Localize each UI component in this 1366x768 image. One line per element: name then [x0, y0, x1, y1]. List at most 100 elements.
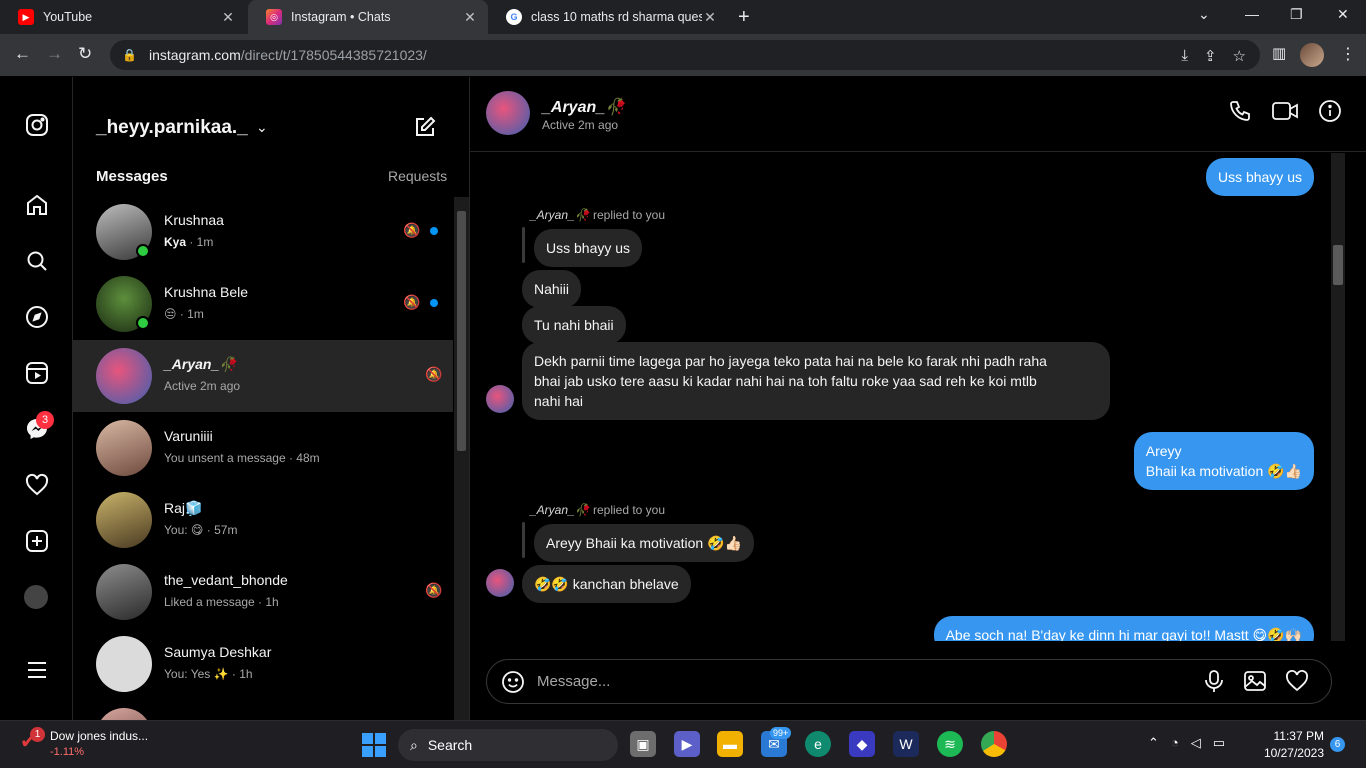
quoted-message[interactable]: Uss bhayy us: [534, 229, 643, 267]
nav-rail: 3: [0, 77, 73, 720]
bookmark-star-icon[interactable]: ☆: [1233, 47, 1246, 65]
muted-bell-icon: 🔕: [403, 222, 421, 238]
received-message[interactable]: 🤣🤣 kanchan bhelave: [522, 565, 691, 603]
sent-message[interactable]: Abe soch na! B'day ke dinn hi mar gayi t…: [933, 616, 1314, 641]
image-upload-icon[interactable]: [1243, 669, 1267, 699]
chat-panel: _Aryan_🥀 Active 2m ago Uss bhayy us _Ary…: [470, 77, 1366, 720]
microphone-icon[interactable]: [1203, 669, 1225, 699]
search-icon[interactable]: [24, 248, 50, 274]
conversation-list-scrollbar[interactable]: [454, 197, 469, 720]
app-icon[interactable]: W: [893, 731, 919, 757]
tab-google-search[interactable]: G class 10 maths rd sharma questi ✕: [488, 0, 728, 34]
close-tab-icon[interactable]: ✕: [220, 9, 236, 26]
minimize-button[interactable]: —: [1245, 6, 1259, 22]
video-call-icon[interactable]: [1272, 99, 1298, 129]
system-tray: ⌃ ◔ ◁ ▭: [1148, 735, 1225, 751]
received-message[interactable]: Dekh parnii time lagega par ho jayega te…: [522, 342, 1110, 420]
stock-change: -1.11%: [50, 746, 85, 758]
new-message-icon[interactable]: [413, 115, 437, 145]
instagram-logo-icon[interactable]: [24, 112, 50, 138]
stock-ticker[interactable]: Dow jones indus...: [50, 729, 148, 743]
profile-avatar[interactable]: [24, 585, 48, 609]
app-icon[interactable]: ◆: [849, 731, 875, 757]
mail-badge: 99+: [770, 727, 792, 739]
tab-instagram[interactable]: ◎ Instagram • Chats ✕: [248, 0, 488, 34]
teams-chat-icon[interactable]: ▶: [674, 731, 700, 757]
avatar: [96, 420, 152, 476]
close-window-button[interactable]: ✕: [1337, 6, 1349, 23]
chat-header: _Aryan_🥀 Active 2m ago: [470, 77, 1366, 152]
volume-icon[interactable]: ◁: [1191, 735, 1201, 751]
create-post-icon[interactable]: [24, 528, 50, 554]
sent-message[interactable]: Areyy Bhaii ka motivation 🤣👍🏻: [1133, 432, 1314, 490]
address-bar[interactable]: 🔒 instagram.com/direct/t/178505443857210…: [110, 40, 1260, 70]
reply-note: _Aryan_🥀 replied to you: [530, 208, 666, 222]
spotify-icon[interactable]: ≋: [937, 731, 963, 757]
os-taskbar: ✔ 1 Dow jones indus... -1.11% ⌕ Search ▣ …: [0, 720, 1366, 768]
chrome-icon[interactable]: [981, 731, 1007, 757]
sent-message[interactable]: Uss bhayy us: [1205, 158, 1314, 196]
tab-youtube[interactable]: ▶ YouTube ✕: [0, 0, 246, 34]
side-panel-icon[interactable]: ▥: [1272, 44, 1286, 62]
reply-quote-bar: [522, 227, 525, 263]
browser-toolbar: ← → ↻ 🔒 instagram.com/direct/t/178505443…: [0, 34, 1366, 77]
instagram-app: 3 _heyy.parnikaa._ ⌄ Messages Requests K…: [0, 77, 1366, 720]
clock-date[interactable]: 10/27/2023: [1252, 746, 1324, 760]
chat-contact-status: Active 2m ago: [542, 118, 619, 132]
conversation-row[interactable]: Saumya Deshkar You: Yes ✨ · 1h: [73, 628, 453, 700]
share-icon[interactable]: ⇪: [1204, 47, 1217, 65]
conversation-row[interactable]: Krushna Bele 😒 · 1m 🔕: [73, 268, 453, 340]
windows-start-icon[interactable]: [362, 733, 386, 757]
conversation-row[interactable]: [73, 700, 453, 720]
explore-compass-icon[interactable]: [24, 304, 50, 330]
task-view-icon[interactable]: ▣: [630, 731, 656, 757]
conversation-row-selected[interactable]: _Aryan_🥀 Active 2m ago 🔕: [73, 340, 453, 412]
conversation-row[interactable]: Krushnaa Kya · 1m 🔕: [73, 196, 453, 268]
home-icon[interactable]: [24, 192, 50, 218]
taskbar-search[interactable]: ⌕ Search: [398, 729, 618, 761]
quoted-message[interactable]: Areyy Bhaii ka motivation 🤣👍🏻: [534, 524, 754, 562]
emoji-icon[interactable]: [501, 670, 525, 700]
tab-search-chevron-icon[interactable]: ⌄: [1198, 6, 1210, 23]
wifi-icon[interactable]: ◔: [1171, 735, 1179, 751]
chat-contact-name[interactable]: _Aryan_🥀: [542, 97, 625, 117]
message-input[interactable]: Message...: [537, 673, 610, 690]
default-avatar-icon: [96, 636, 152, 692]
new-tab-button[interactable]: +: [738, 6, 750, 29]
muted-bell-icon: 🔕: [425, 582, 443, 598]
back-button[interactable]: ←: [14, 44, 31, 64]
forward-button[interactable]: →: [46, 44, 63, 64]
show-hidden-icons-icon[interactable]: ⌃: [1148, 735, 1159, 751]
close-tab-icon[interactable]: ✕: [702, 9, 718, 26]
conversation-row[interactable]: the_vedant_bhonde Liked a message · 1h 🔕: [73, 556, 453, 628]
avatar[interactable]: [486, 91, 530, 135]
reload-button[interactable]: ↻: [78, 44, 92, 64]
edge-browser-icon[interactable]: e: [805, 731, 831, 757]
conversation-info-icon[interactable]: [1318, 99, 1342, 129]
install-app-icon[interactable]: ⤓: [1181, 47, 1188, 65]
requests-link[interactable]: Requests: [388, 168, 447, 184]
clock-time[interactable]: 11:37 PM: [1262, 729, 1324, 743]
online-indicator: [136, 244, 150, 258]
browser-menu-icon[interactable]: ⋮: [1340, 44, 1356, 64]
received-message[interactable]: Nahiii: [522, 270, 582, 308]
maximize-button[interactable]: ❐: [1290, 6, 1303, 23]
close-tab-icon[interactable]: ✕: [462, 9, 478, 26]
received-message[interactable]: Tu nahi bhaii: [522, 306, 626, 344]
notification-badge[interactable]: 6: [1330, 737, 1345, 752]
more-menu-icon[interactable]: [24, 657, 50, 683]
thread-scrollbar[interactable]: [1331, 153, 1345, 641]
heart-icon[interactable]: [1285, 669, 1309, 699]
phone-call-icon[interactable]: [1228, 99, 1252, 129]
reels-icon[interactable]: [24, 360, 50, 386]
file-explorer-icon[interactable]: ▬: [717, 731, 743, 757]
profile-avatar[interactable]: [1300, 43, 1324, 67]
account-switcher[interactable]: _heyy.parnikaa._: [96, 117, 248, 139]
search-icon: ⌕: [410, 736, 418, 753]
conversation-row[interactable]: Varuniiii You unsent a message · 48m: [73, 412, 453, 484]
heart-icon[interactable]: [24, 472, 50, 498]
avatar: [486, 385, 514, 413]
conversation-row[interactable]: Raj🧊 You: 😋 · 57m: [73, 484, 453, 556]
chevron-down-icon[interactable]: ⌄: [256, 119, 268, 136]
battery-icon[interactable]: ▭: [1213, 735, 1225, 751]
